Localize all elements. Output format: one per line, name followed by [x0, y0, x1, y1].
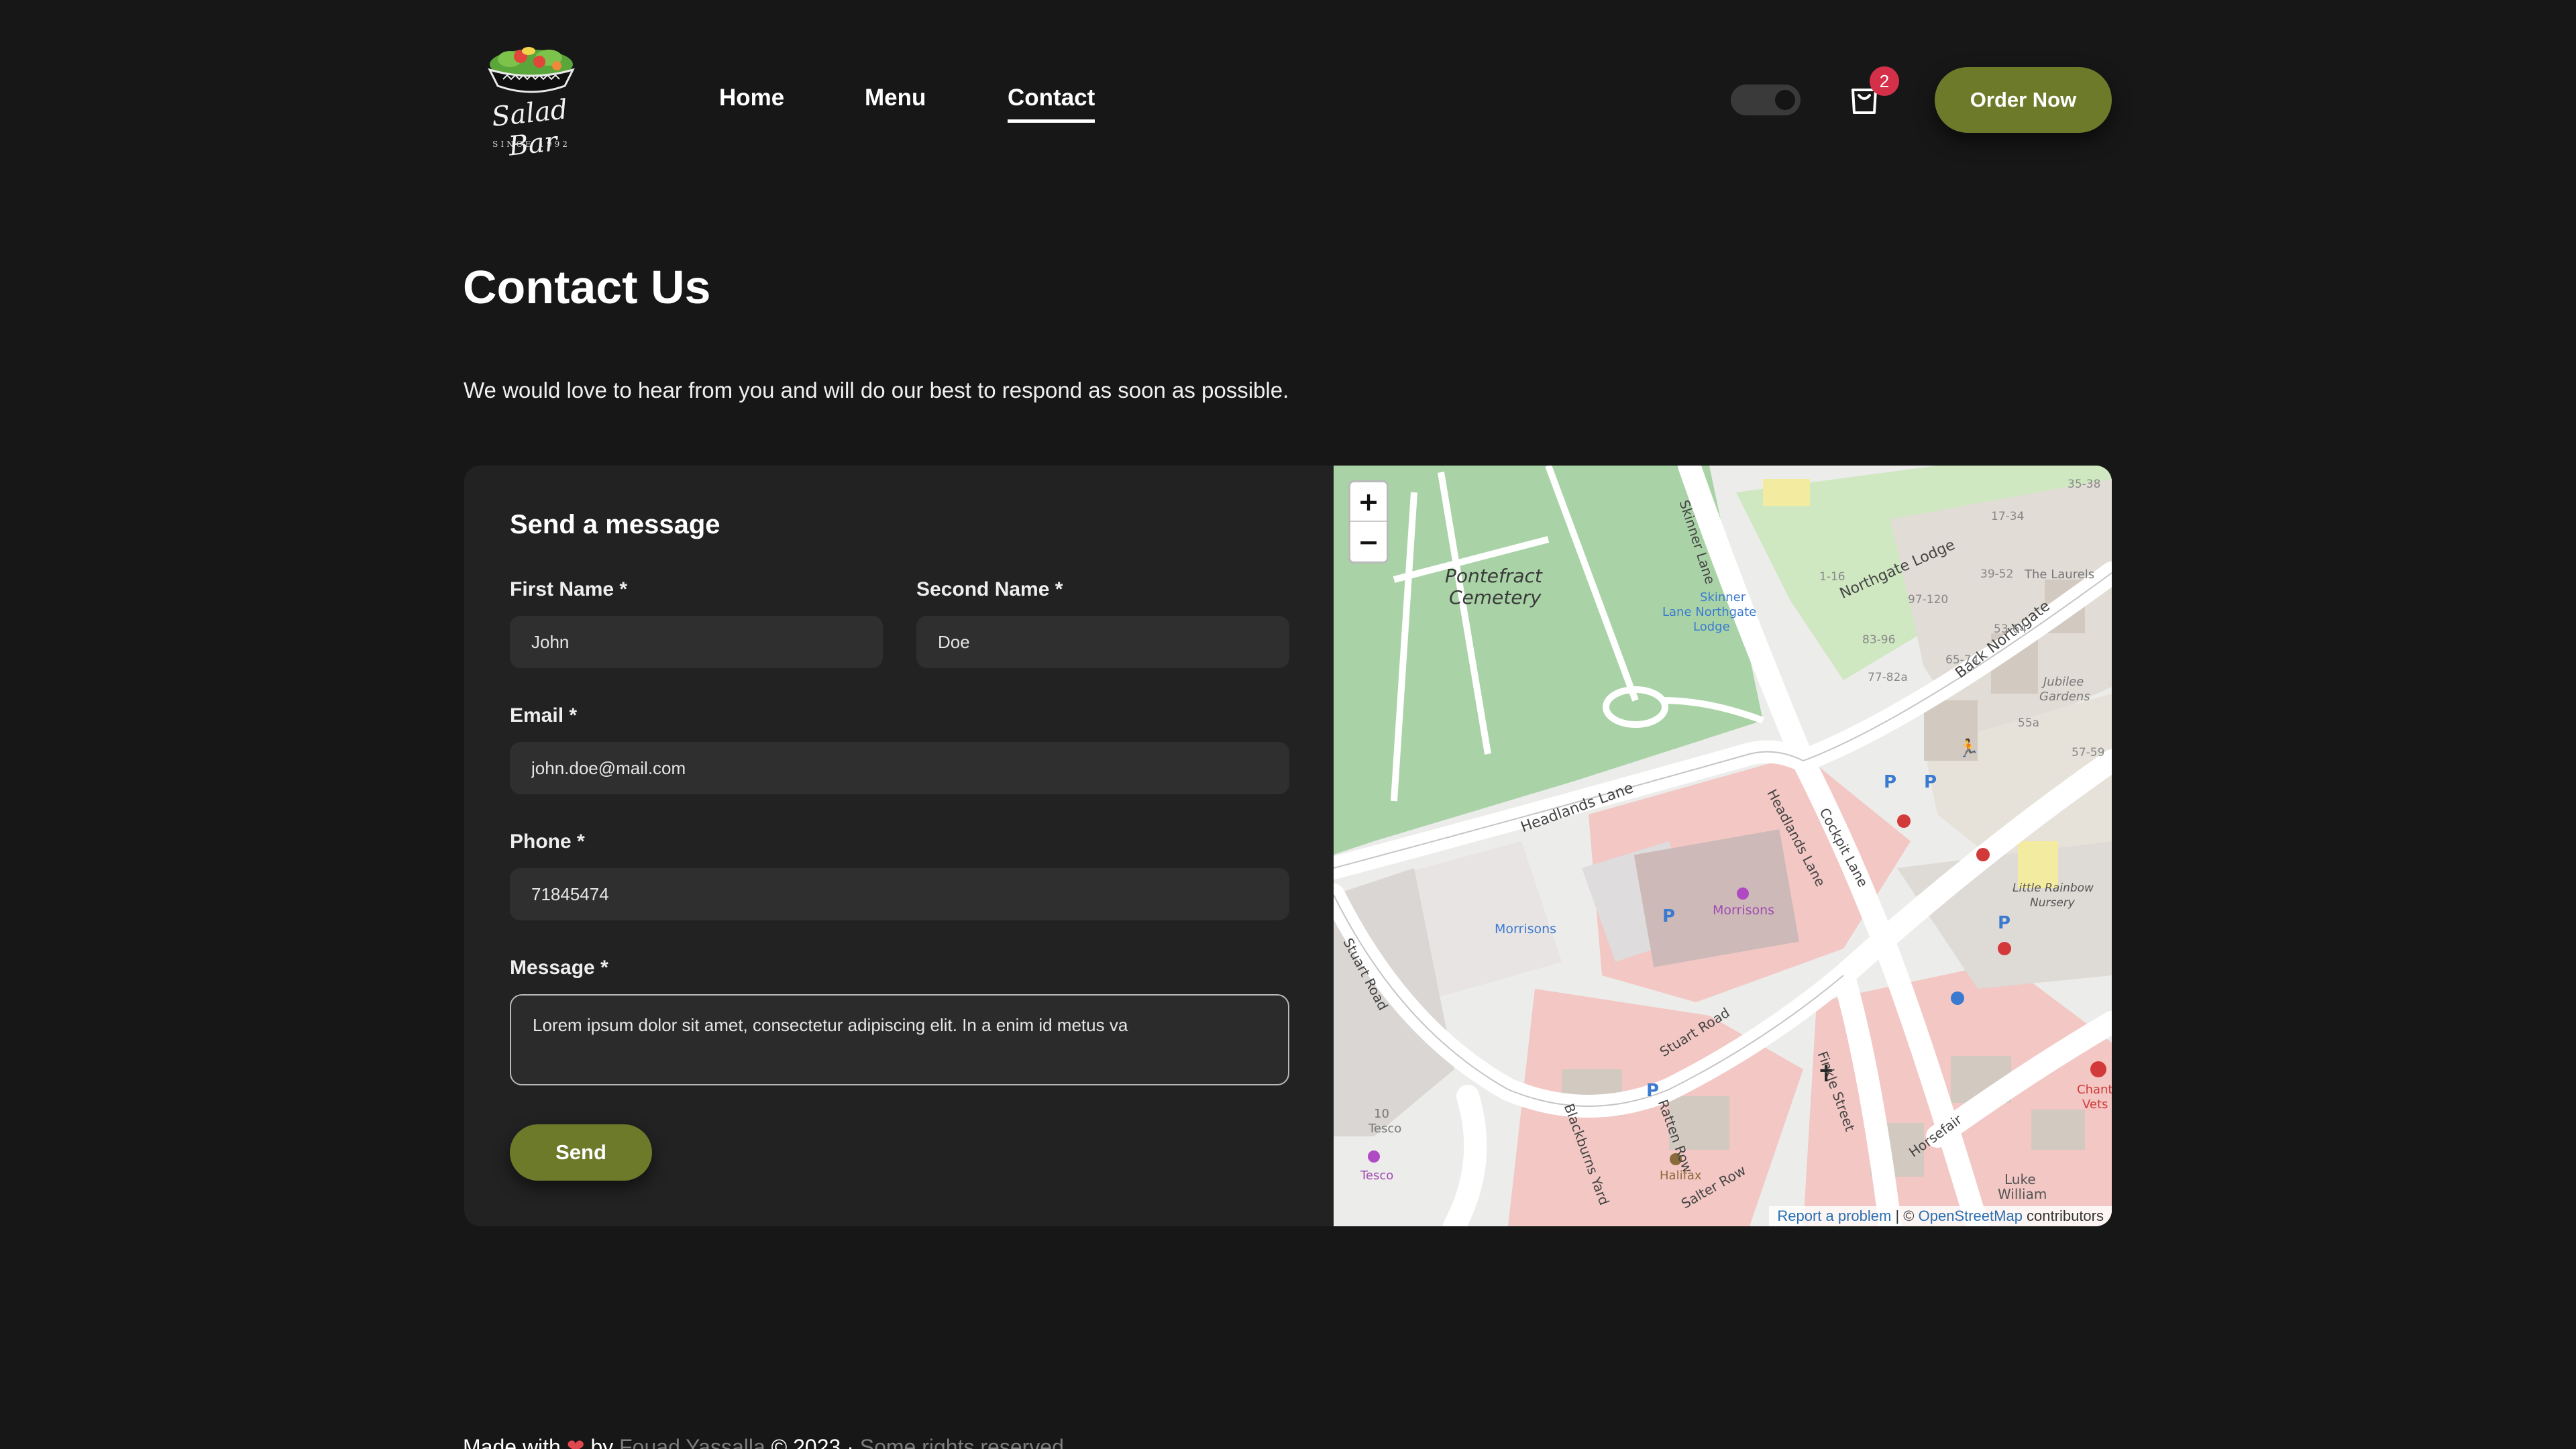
map-label-tesco-2: Tesco [1360, 1169, 1394, 1183]
map-label-num-6574: 65-74 [1945, 653, 1979, 667]
site-logo[interactable]: Salad Bar SINCE 1992 [478, 39, 585, 162]
attribution-suffix: contributors [2022, 1208, 2104, 1224]
first-name-input[interactable] [510, 616, 883, 668]
toggle-knob [1775, 90, 1795, 110]
email-input[interactable] [510, 742, 1289, 794]
send-button[interactable]: Send [510, 1124, 652, 1181]
map-label-num-5759: 57-59 [2072, 746, 2105, 759]
logo-since-text: SINCE 1992 [492, 140, 570, 149]
order-now-button[interactable]: Order Now [1935, 67, 2112, 133]
footer-rights: Some rights reserved [859, 1435, 1064, 1449]
zoom-out-button[interactable]: − [1350, 522, 1387, 561]
map-label-tesco-1: Tesco [1368, 1122, 1402, 1136]
map-label-cemetery: Pontefract [1445, 565, 1542, 587]
footer-copyright: © 2023 · [771, 1435, 860, 1449]
map-label-num-5364: 53-64 [1994, 623, 2027, 636]
map-attribution: Report a problem | © OpenStreetMap contr… [1769, 1206, 2112, 1226]
map-label-morrisons-parking: Morrisons [1495, 922, 1557, 936]
svg-text:🏃: 🏃 [1957, 738, 1979, 759]
zoom-in-button[interactable]: + [1350, 482, 1387, 522]
nav-home[interactable]: Home [719, 85, 784, 111]
map-label-little-rainbow-2: Nursery [2030, 896, 2075, 910]
openstreetmap-link[interactable]: OpenStreetMap [1919, 1208, 2023, 1224]
map-label-jubilee-1: Jubilee [2043, 675, 2084, 689]
contact-card: Send a message First Name * Second Name … [464, 466, 2112, 1226]
map-label-num-8396: 83-96 [1862, 633, 1896, 647]
map-label-little-rainbow-1: Little Rainbow [2012, 881, 2094, 895]
map-label-morrisons-store: Morrisons [1713, 903, 1775, 918]
map-label-lodge-1: Skinner [1700, 590, 1746, 604]
site-footer: Made with ❤ by Fouad Yassalla © 2023 · S… [463, 1434, 1064, 1449]
phone-input[interactable] [510, 868, 1289, 920]
email-label: Email * [510, 704, 578, 727]
map-label-lodge-2: Lane Northgate [1662, 605, 1757, 619]
logo-script-text: Salad Bar [490, 94, 570, 162]
map-label-cemetery-2: Cemetery [1449, 586, 1542, 608]
theme-toggle[interactable] [1731, 85, 1801, 115]
svg-text:P: P [1884, 772, 1896, 792]
map-label-num-7782: 77-82a [1868, 671, 1908, 684]
message-label: Message * [510, 957, 608, 979]
map-label-num-55a: 55a [2018, 716, 2040, 730]
map-zoom-control: + − [1348, 480, 1389, 564]
map-label-num-3538: 35-38 [2068, 478, 2101, 491]
nav-menu[interactable]: Menu [865, 85, 926, 111]
map-label-luke-1: Luke [2004, 1171, 2036, 1187]
map-label-chantry-2: Vets [2082, 1097, 2108, 1112]
map-label-halifax: Halifax [1660, 1169, 1702, 1183]
svg-text:P: P [1924, 772, 1937, 792]
map-label-num-10: 10 [1374, 1107, 1389, 1121]
footer-author-link[interactable]: Fouad Yassalla [619, 1435, 765, 1449]
svg-text:P: P [1662, 906, 1675, 926]
map-label-jubilee-2: Gardens [2039, 690, 2090, 704]
first-name-label: First Name * [510, 578, 628, 600]
attribution-separator: | © [1891, 1208, 1919, 1224]
second-name-input[interactable] [916, 616, 1289, 668]
map-label-num-97120: 97-120 [1908, 593, 1949, 606]
report-problem-link[interactable]: Report a problem [1777, 1208, 1891, 1224]
cart-count-badge: 2 [1870, 66, 1899, 96]
map-label-num-1734: 17-34 [1991, 510, 2025, 523]
map-label-chantry-1: Chantr [2077, 1083, 2112, 1097]
second-name-label: Second Name * [916, 578, 1063, 600]
phone-label: Phone * [510, 830, 585, 853]
page-title: Contact Us [463, 261, 711, 313]
map-label-num-3952: 39-52 [1980, 568, 2014, 581]
heart-icon: ❤ [566, 1435, 585, 1449]
nav-contact[interactable]: Contact [1008, 85, 1095, 123]
map-label-lodge-3: Lodge [1693, 620, 1730, 634]
svg-text:P: P [1998, 913, 2010, 933]
page-intro: We would love to hear from you and will … [464, 378, 1289, 402]
form-title: Send a message [510, 510, 720, 539]
map-label-the-laurels: The Laurels [2025, 568, 2095, 582]
footer-by: by [590, 1435, 620, 1449]
map-label-num-116: 1-16 [1819, 570, 1845, 584]
map-label-luke-2: William [1998, 1186, 2047, 1202]
footer-made-with: Made with [463, 1435, 561, 1449]
location-map[interactable]: P P P P P ✝ 🏃 Pontefract Cemetery Skinne… [1334, 466, 2112, 1226]
message-textarea[interactable]: Lorem ipsum dolor sit amet, consectetur … [510, 994, 1289, 1085]
svg-text:P: P [1646, 1081, 1659, 1101]
